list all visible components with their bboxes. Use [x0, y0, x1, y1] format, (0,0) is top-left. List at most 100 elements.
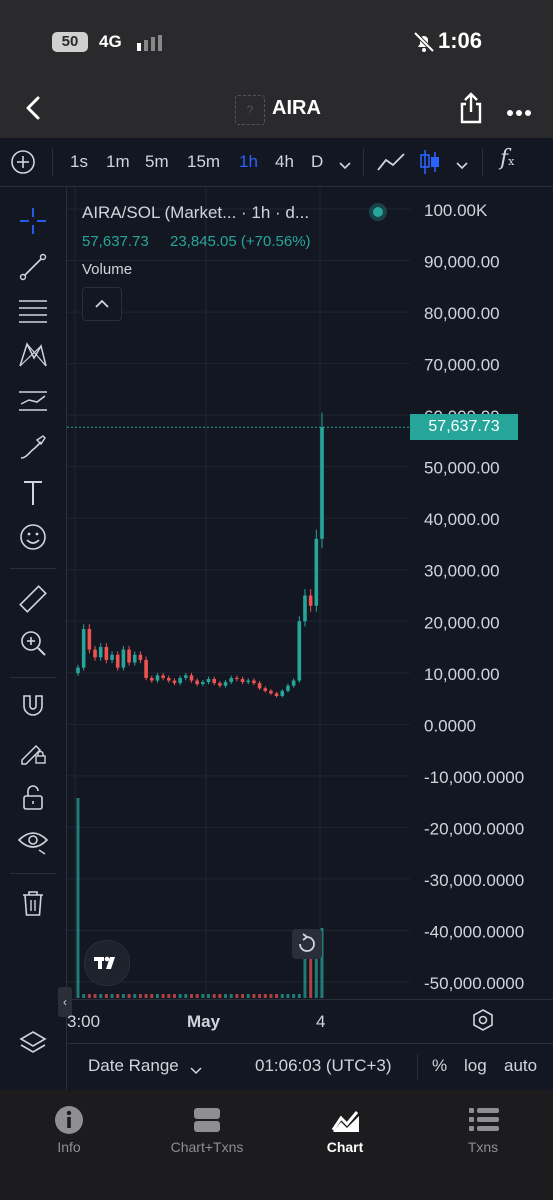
candle-body — [269, 690, 273, 694]
candle-body — [184, 675, 188, 678]
volume-bar — [280, 994, 284, 998]
volume-bar — [150, 994, 154, 998]
info-icon[interactable] — [54, 1105, 84, 1135]
clock: 1:06 — [438, 28, 483, 53]
volume-bar — [229, 994, 233, 998]
zoom-in-icon[interactable] — [15, 625, 51, 661]
candle-body — [104, 647, 109, 660]
volume-bar — [263, 994, 267, 998]
unlock-icon[interactable] — [15, 779, 51, 815]
candle-body — [155, 675, 160, 681]
interval-5m[interactable]: 5m — [145, 152, 169, 172]
lock-drawing-icon[interactable] — [15, 733, 51, 769]
volume-bar — [87, 994, 91, 998]
candle-body — [189, 675, 194, 681]
layers-icon[interactable] — [15, 1025, 51, 1061]
volume-bar — [212, 994, 216, 998]
volume-bar — [127, 994, 131, 998]
add-indicator-icon[interactable] — [10, 149, 36, 175]
chart-txns-icon[interactable] — [193, 1106, 221, 1134]
footer-divider — [417, 1054, 418, 1080]
candle-body — [240, 678, 245, 683]
line-chart-icon[interactable] — [376, 150, 406, 174]
volume-bar — [297, 994, 301, 998]
time-axis[interactable]: 3:00 May 4 — [67, 999, 553, 1042]
pattern-icon[interactable] — [15, 337, 51, 373]
current-time[interactable]: 01:06:03 (UTC+3) — [255, 1056, 392, 1076]
interval-1s[interactable]: 1s — [70, 152, 88, 172]
back-icon[interactable] — [20, 94, 48, 122]
candle-body — [303, 595, 307, 622]
volume-bar — [144, 994, 148, 998]
more-icon[interactable] — [506, 104, 532, 116]
battery-level: 50 — [61, 33, 79, 50]
nav-chart[interactable]: Chart — [290, 1139, 400, 1155]
chevron-down-icon[interactable] — [339, 157, 351, 170]
log-toggle[interactable]: log — [464, 1056, 487, 1076]
reset-chart-button[interactable] — [292, 929, 322, 959]
forecast-icon[interactable] — [15, 383, 51, 419]
ruler-icon[interactable] — [15, 581, 51, 617]
trash-icon[interactable] — [15, 885, 51, 921]
volume-bar — [184, 994, 188, 998]
crosshair-icon[interactable] — [15, 203, 51, 239]
volume-bar — [155, 994, 159, 998]
price-tick: 30,000.00 — [424, 562, 500, 581]
volume-bar — [189, 994, 193, 998]
indicators-fx-icon[interactable]: fx — [500, 146, 524, 178]
time-tick: 4 — [316, 1012, 326, 1031]
txns-list-icon[interactable] — [469, 1107, 499, 1133]
percent-toggle[interactable]: % — [432, 1056, 447, 1076]
chart-icon[interactable] — [331, 1106, 361, 1134]
interval-1h[interactable]: 1h — [239, 152, 258, 172]
toolbar-divider — [363, 148, 364, 176]
volume-bar — [121, 994, 125, 998]
nav-info[interactable]: Info — [14, 1139, 124, 1155]
candle-body — [115, 654, 120, 668]
volume-bar — [167, 994, 171, 998]
share-icon[interactable] — [458, 92, 484, 124]
price-tick: 80,000.00 — [424, 304, 500, 323]
interval-1m[interactable]: 1m — [106, 152, 130, 172]
price-change: 23,845.05 (+70.56%) — [170, 233, 311, 250]
volume-bar — [93, 994, 97, 998]
magnet-icon[interactable] — [15, 687, 51, 723]
chart-settings-icon[interactable] — [471, 1008, 495, 1032]
chart-area[interactable]: 100.00K90,000.0080,000.0070,000.0060,000… — [58, 187, 553, 1090]
candle-body — [274, 693, 279, 696]
trend-line-icon[interactable] — [15, 249, 51, 285]
nav-txns[interactable]: Txns — [428, 1139, 538, 1155]
candles-icon[interactable] — [419, 148, 441, 176]
candle-body — [195, 680, 199, 685]
candle-body — [127, 649, 131, 663]
eye-icon[interactable] — [15, 823, 51, 859]
collapse-legend-button[interactable] — [82, 287, 122, 321]
candle-body — [308, 595, 313, 606]
nav-chart-txns[interactable]: Chart+Txns — [152, 1139, 262, 1155]
toolbar-divider — [52, 148, 53, 176]
current-price-tag: 57,637.73 — [410, 414, 518, 440]
interval-15m[interactable]: 15m — [187, 152, 220, 172]
price-tick: 0.0000 — [424, 716, 476, 735]
interval-D[interactable]: D — [311, 152, 323, 172]
emoji-icon[interactable] — [15, 519, 51, 555]
auto-toggle[interactable]: auto — [504, 1056, 537, 1076]
volume-bar — [292, 994, 296, 998]
text-tool-icon[interactable] — [15, 475, 51, 511]
volume-bar — [241, 994, 245, 998]
brush-icon[interactable] — [15, 429, 51, 465]
chevron-down-icon[interactable] — [190, 1062, 202, 1075]
token-logo-placeholder: ? — [235, 95, 265, 125]
candle-body — [280, 690, 285, 696]
volume-bar — [269, 994, 273, 998]
date-range-button[interactable]: Date Range — [88, 1056, 179, 1076]
interval-4h[interactable]: 4h — [275, 152, 294, 172]
fib-retracement-icon[interactable] — [15, 293, 51, 329]
bell-off-icon — [412, 30, 436, 54]
volume-bar — [246, 994, 250, 998]
symbol-line[interactable]: AIRA/SOL (Market... · 1h · d... — [82, 203, 309, 223]
price-tick: -40,000.0000 — [424, 922, 524, 941]
tradingview-logo[interactable] — [84, 940, 130, 986]
chevron-down-icon[interactable] — [456, 157, 468, 170]
network-label: 4G — [99, 32, 122, 51]
